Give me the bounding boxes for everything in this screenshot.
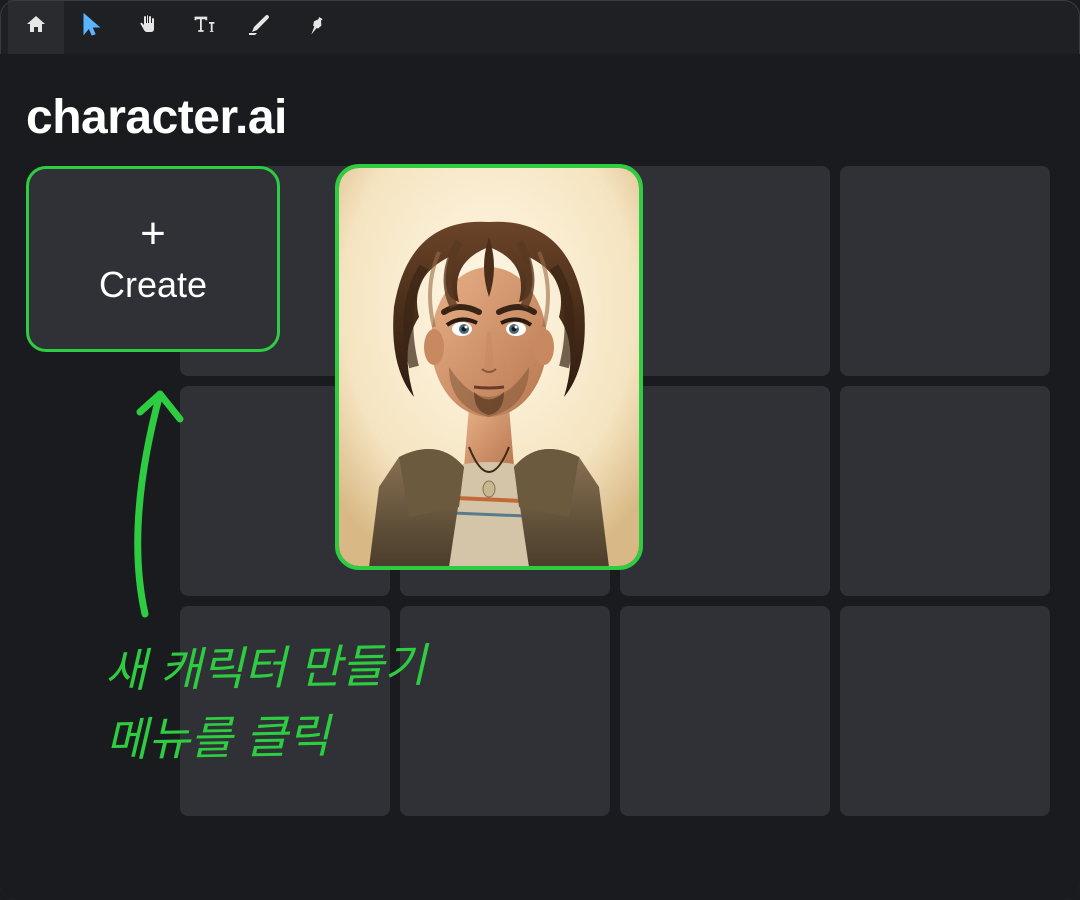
create-button[interactable]: + Create: [26, 166, 280, 352]
text-tool[interactable]: [176, 0, 232, 54]
plus-icon: +: [140, 212, 166, 256]
create-button-label: Create: [99, 264, 207, 306]
draw-icon: [247, 13, 273, 42]
canvas[interactable]: character.ai + Create: [0, 54, 1080, 900]
pin-tool[interactable]: [288, 0, 344, 54]
home-button[interactable]: [8, 0, 64, 54]
top-toolbar: [0, 0, 1080, 54]
grid-cell: [840, 166, 1050, 376]
grid-cell: [620, 166, 830, 376]
character-card[interactable]: [335, 164, 643, 570]
grid-cell: [620, 606, 830, 816]
home-icon: [24, 13, 48, 42]
hand-tool[interactable]: [120, 0, 176, 54]
grid-cell: [620, 386, 830, 596]
grid-cell: [400, 606, 610, 816]
hand-icon: [136, 13, 160, 42]
pointer-tool[interactable]: [64, 0, 120, 54]
grid-cell: [180, 606, 390, 816]
pin-icon: [304, 13, 328, 42]
app-title: character.ai: [26, 90, 287, 145]
grid-cell: [840, 386, 1050, 596]
character-portrait: [339, 168, 639, 566]
draw-tool[interactable]: [232, 0, 288, 54]
pointer-icon: [81, 12, 103, 43]
text-icon: [191, 13, 217, 42]
grid-cell: [840, 606, 1050, 816]
